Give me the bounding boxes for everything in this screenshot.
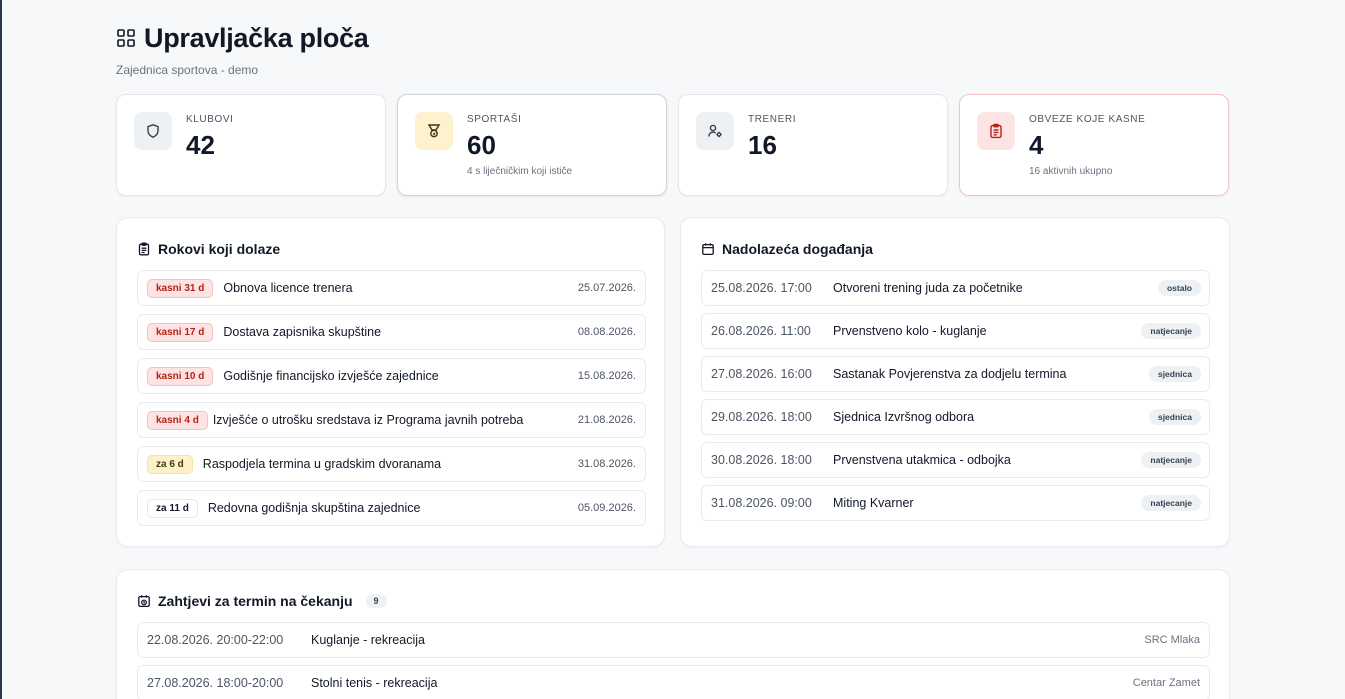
request-venue: SRC Mlaka bbox=[1144, 634, 1200, 646]
status-badge: za 6 d bbox=[147, 454, 193, 474]
event-title: Sastanak Povjerenstva za dodjelu termina bbox=[833, 367, 1067, 381]
deadline-date: 31.08.2026. bbox=[577, 458, 636, 470]
event-datetime: 27.08.2026. 16:00 bbox=[711, 367, 812, 381]
event-datetime: 26.08.2026. 11:00 bbox=[711, 324, 811, 338]
deadlines-panel: Rokovi koji dolaze kasni 31 d Obnova lic… bbox=[116, 217, 665, 547]
stat-label: TRENERI bbox=[748, 114, 797, 125]
status-badge: kasni 17 d bbox=[147, 322, 214, 342]
event-title: Prvenstvena utakmica - odbojka bbox=[833, 453, 1011, 467]
event-title: Sjednica Izvršnog odbora bbox=[833, 410, 975, 424]
deadline-date: 05.09.2026. bbox=[577, 502, 636, 514]
stat-value: 16 bbox=[748, 130, 777, 160]
stat-note: 16 aktivnih ukupno bbox=[1029, 166, 1113, 177]
event-type-tag: natjecanje bbox=[1141, 452, 1201, 468]
event-title: Prvenstveno kolo - kuglanje bbox=[833, 324, 987, 338]
events-title-text: Nadolazeća događanja bbox=[722, 241, 873, 257]
events-title: Nadolazeća događanja bbox=[701, 241, 873, 257]
request-activity: Kuglanje - rekreacija bbox=[311, 633, 425, 647]
count-badge: 9 bbox=[365, 594, 387, 608]
deadline-title: Godišnje financijsko izvješće zajednice bbox=[223, 369, 439, 383]
deadline-row[interactable]: kasni 17 d Dostava zapisnika skupštine 0… bbox=[137, 314, 646, 350]
event-type-tag: ostalo bbox=[1157, 280, 1201, 296]
deadline-row[interactable]: kasni 31 d Obnova licence trenera 25.07.… bbox=[137, 270, 646, 306]
deadline-date: 08.08.2026. bbox=[577, 326, 636, 338]
stats-row: KLUBOVI 42 SPORTAŠI 60 4 s liječničkim k… bbox=[116, 94, 1230, 196]
status-badge: kasni 4 d bbox=[147, 410, 208, 430]
stat-value: 60 bbox=[467, 130, 496, 160]
deadline-title: Obnova licence trenera bbox=[223, 281, 353, 295]
event-title: Miting Kvarner bbox=[833, 496, 914, 510]
window-edge bbox=[0, 0, 2, 699]
request-activity: Stolni tenis - rekreacija bbox=[311, 676, 438, 690]
stat-card-athletes[interactable]: SPORTAŠI 60 4 s liječničkim koji ističe bbox=[397, 94, 667, 196]
request-venue: Centar Zamet bbox=[1132, 677, 1200, 689]
clipboard-icon bbox=[977, 112, 1015, 150]
deadline-row[interactable]: za 6 d Raspodjela termina u gradskim dvo… bbox=[137, 446, 646, 482]
event-datetime: 25.08.2026. 17:00 bbox=[711, 281, 812, 295]
request-row[interactable]: 22.08.2026. 20:00-22:00 Kuglanje - rekre… bbox=[137, 622, 1210, 658]
event-type-tag: natjecanje bbox=[1141, 495, 1201, 511]
event-row[interactable]: 31.08.2026. 09:00 Miting Kvarner natjeca… bbox=[701, 485, 1210, 521]
event-row[interactable]: 30.08.2026. 18:00 Prvenstvena utakmica -… bbox=[701, 442, 1210, 478]
deadline-row[interactable]: kasni 4 d Izvješće o utrošku sredstava i… bbox=[137, 402, 646, 438]
event-datetime: 31.08.2026. 09:00 bbox=[711, 496, 812, 510]
event-title: Otvoreni trening juda za početnike bbox=[833, 281, 1023, 295]
deadline-row[interactable]: za 11 d Redovna godišnja skupština zajed… bbox=[137, 490, 646, 526]
stat-value: 42 bbox=[186, 130, 215, 160]
dashboard-page: Upravljačka ploča Zajednica sportova - d… bbox=[116, 20, 1230, 699]
stat-card-coaches[interactable]: TRENERI 16 bbox=[678, 94, 948, 196]
medal-icon bbox=[415, 112, 453, 150]
dashboard-grid-icon bbox=[116, 28, 136, 48]
status-badge: kasni 31 d bbox=[147, 278, 214, 298]
deadline-row[interactable]: kasni 10 d Godišnje financijsko izvješće… bbox=[137, 358, 646, 394]
deadline-title: Raspodjela termina u gradskim dvoranama bbox=[202, 457, 442, 471]
deadline-date: 25.07.2026. bbox=[577, 282, 636, 294]
requests-title: Zahtjevi za termin na čekanju 9 bbox=[137, 593, 387, 609]
event-row[interactable]: 27.08.2026. 16:00 Sastanak Povjerenstva … bbox=[701, 356, 1210, 392]
stat-card-clubs[interactable]: KLUBOVI 42 bbox=[116, 94, 386, 196]
deadline-date: 15.08.2026. bbox=[577, 370, 636, 382]
deadline-date: 21.08.2026. bbox=[577, 414, 636, 426]
event-row[interactable]: 25.08.2026. 17:00 Otvoreni trening juda … bbox=[701, 270, 1210, 306]
requests-title-text: Zahtjevi za termin na čekanju bbox=[158, 593, 353, 609]
pending-requests-panel: Zahtjevi za termin na čekanju 9 22.08.20… bbox=[116, 569, 1230, 699]
deadlines-title-text: Rokovi koji dolaze bbox=[158, 241, 281, 257]
stat-label: OBVEZE KOJE KASNE bbox=[1029, 114, 1146, 125]
stat-card-overdue[interactable]: OBVEZE KOJE KASNE 4 16 aktivnih ukupno bbox=[959, 94, 1229, 196]
event-datetime: 30.08.2026. 18:00 bbox=[711, 453, 812, 467]
event-type-tag: natjecanje bbox=[1141, 323, 1201, 339]
clipboard-list-icon bbox=[137, 242, 151, 256]
calendar-clock-icon bbox=[137, 594, 151, 608]
event-type-tag: sjednica bbox=[1148, 366, 1201, 382]
request-timerange: 27.08.2026. 18:00-20:00 bbox=[147, 676, 284, 690]
stat-label: SPORTAŠI bbox=[467, 114, 522, 125]
status-badge: za 11 d bbox=[147, 498, 198, 518]
status-badge: kasni 10 d bbox=[147, 366, 214, 386]
request-timerange: 22.08.2026. 20:00-22:00 bbox=[147, 633, 284, 647]
page-title: Upravljačka ploča bbox=[144, 22, 369, 53]
page-subtitle: Zajednica sportova - demo bbox=[116, 63, 259, 77]
deadline-title: Izvješće o utrošku sredstava iz Programa… bbox=[212, 413, 524, 427]
stat-label: KLUBOVI bbox=[186, 114, 234, 125]
page-header: Upravljačka ploča bbox=[116, 20, 1230, 56]
event-row[interactable]: 26.08.2026. 11:00 Prvenstveno kolo - kug… bbox=[701, 313, 1210, 349]
request-row[interactable]: 27.08.2026. 18:00-20:00 Stolni tenis - r… bbox=[137, 665, 1210, 699]
deadlines-title: Rokovi koji dolaze bbox=[137, 241, 280, 257]
user-cog-icon bbox=[696, 112, 734, 150]
event-row[interactable]: 29.08.2026. 18:00 Sjednica Izvršnog odbo… bbox=[701, 399, 1210, 435]
event-datetime: 29.08.2026. 18:00 bbox=[711, 410, 812, 424]
deadline-title: Dostava zapisnika skupštine bbox=[223, 325, 382, 339]
calendar-icon bbox=[701, 242, 715, 256]
event-type-tag: sjednica bbox=[1148, 409, 1201, 425]
stat-value: 4 bbox=[1029, 130, 1044, 160]
shield-icon bbox=[134, 112, 172, 150]
stat-note: 4 s liječničkim koji ističe bbox=[467, 166, 573, 177]
events-panel: Nadolazeća događanja 25.08.2026. 17:00 O… bbox=[680, 217, 1230, 547]
deadline-title: Redovna godišnja skupština zajednice bbox=[207, 501, 421, 515]
